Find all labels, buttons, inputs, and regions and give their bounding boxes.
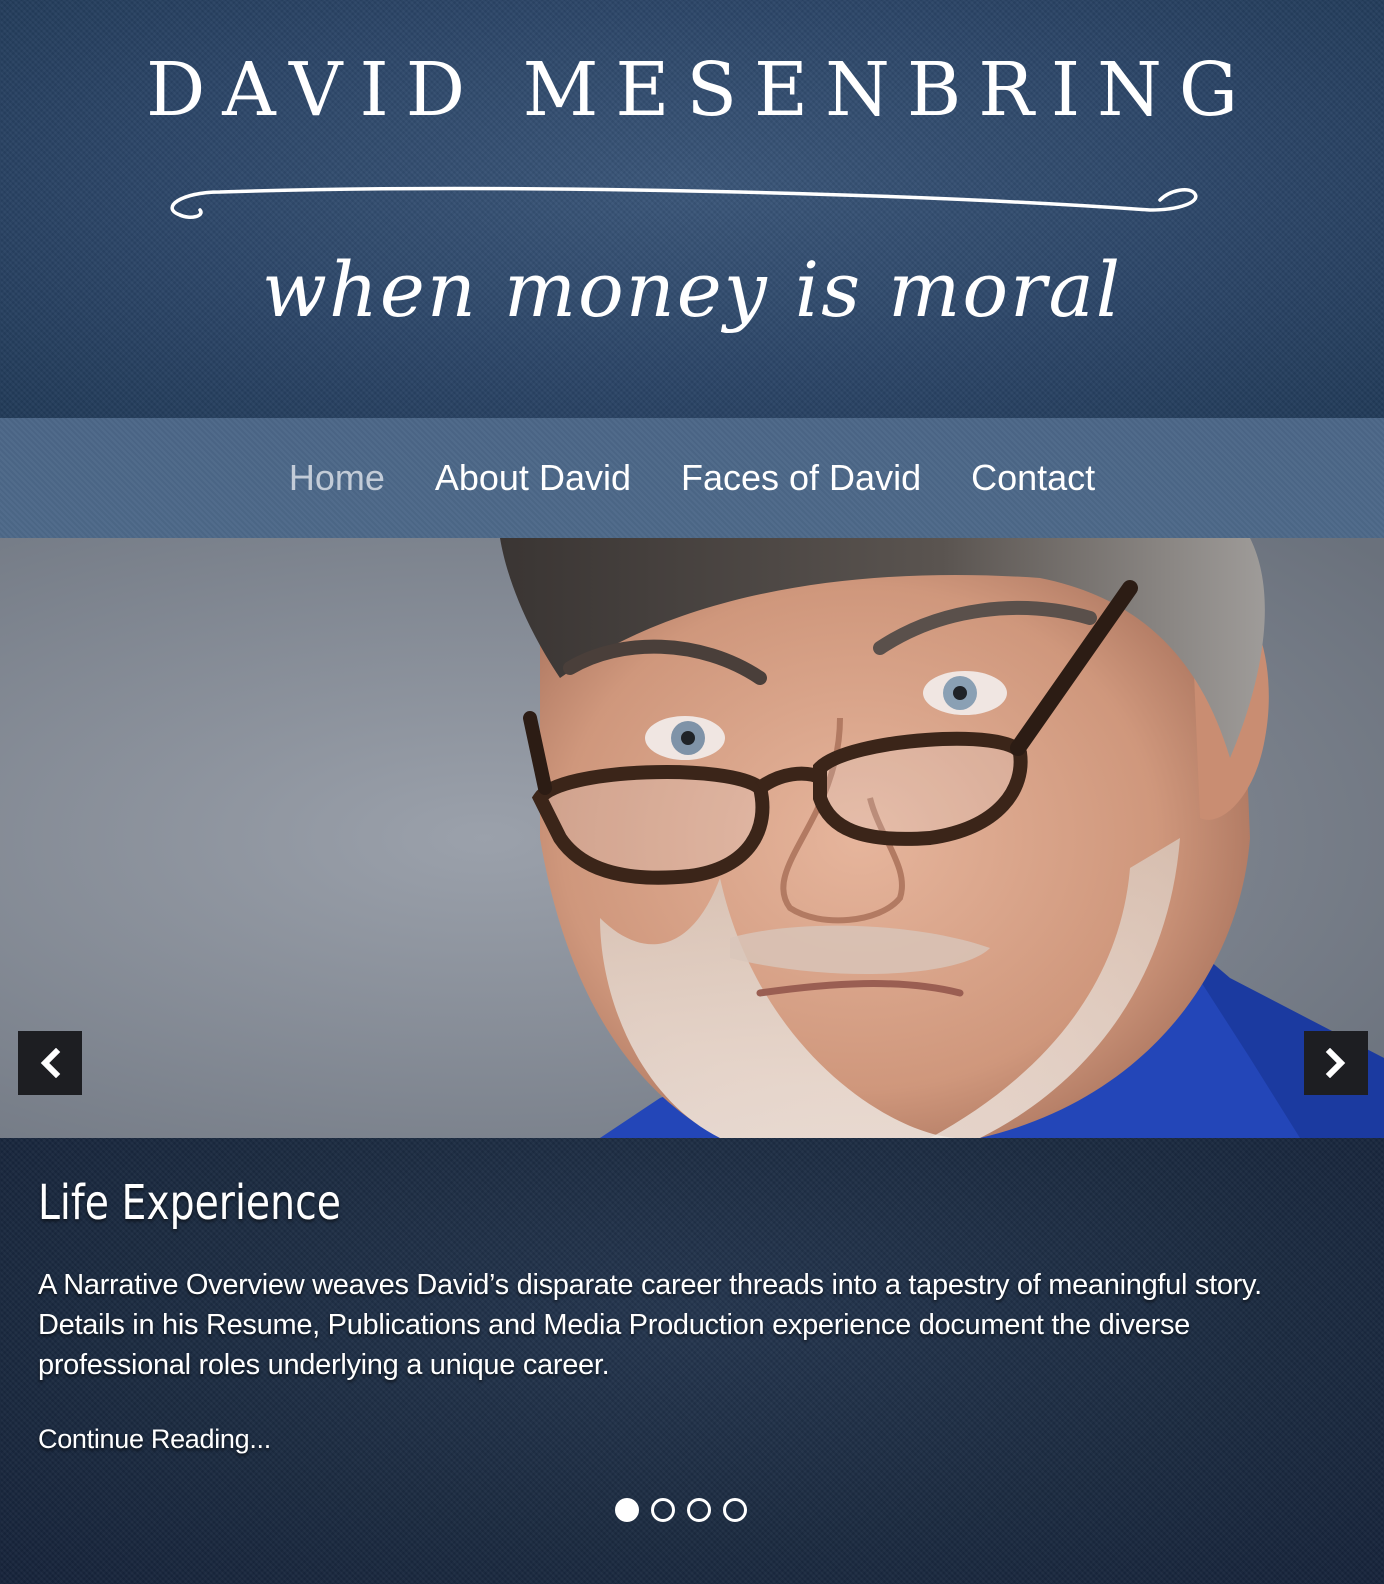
- slider-dot-3[interactable]: [687, 1498, 711, 1522]
- portrait-illustration: [0, 538, 1384, 1138]
- site-tagline: when money is moral: [261, 245, 1123, 334]
- slider-dot-2[interactable]: [651, 1498, 675, 1522]
- nav-item-home[interactable]: Home: [289, 457, 385, 499]
- continue-reading-link[interactable]: Continue Reading...: [38, 1424, 271, 1455]
- slider-dot-4[interactable]: [723, 1498, 747, 1522]
- nav-item-contact[interactable]: Contact: [971, 457, 1095, 499]
- slide-description: A Narrative Overview weaves David’s disp…: [38, 1269, 1262, 1381]
- chevron-left-icon: [40, 1048, 61, 1078]
- slider-dot-1[interactable]: [615, 1498, 639, 1522]
- nav-item-about-david[interactable]: About David: [435, 457, 631, 499]
- slider-image: [0, 538, 1384, 1138]
- site-title[interactable]: DAVID MESENBRING: [0, 40, 1384, 140]
- slider-pagination: [615, 1498, 759, 1522]
- slider-prev-button[interactable]: [18, 1031, 82, 1095]
- site-header: DAVID MESENBRING when money is moral: [0, 0, 1384, 418]
- flourish-divider-icon: [170, 186, 1198, 219]
- main-nav: Home About David Faces of David Contact: [0, 418, 1384, 538]
- nav-item-faces-of-david[interactable]: Faces of David: [681, 457, 921, 499]
- chevron-right-icon: [1325, 1048, 1346, 1078]
- slider-next-button[interactable]: [1304, 1031, 1368, 1095]
- slide-title: Life Experience: [38, 1175, 341, 1231]
